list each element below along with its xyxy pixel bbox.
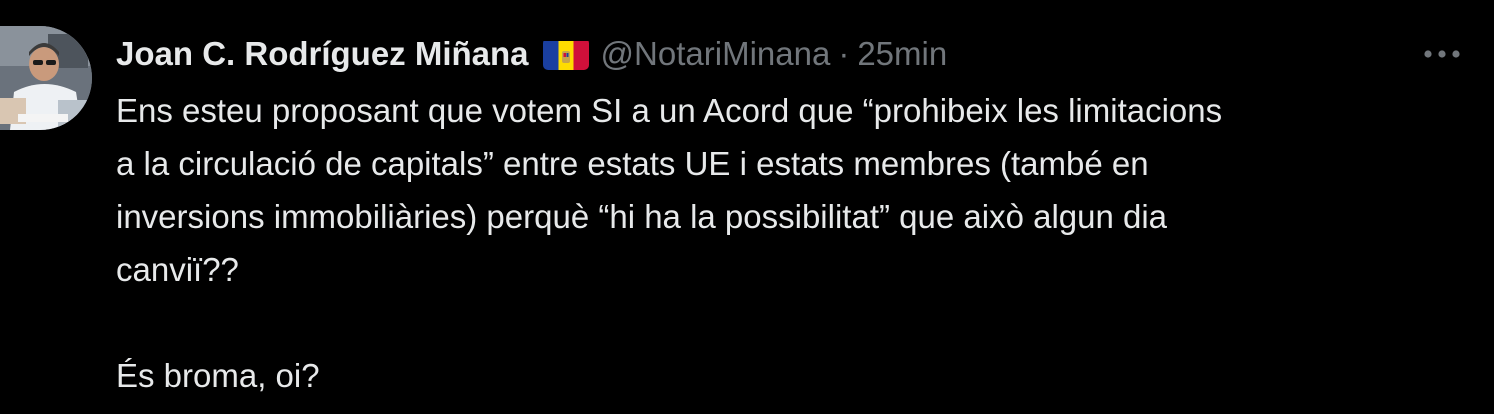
- andorra-flag-icon: [542, 38, 589, 70]
- more-horizontal-icon[interactable]: [1420, 38, 1464, 70]
- tweet[interactable]: Joan C. Rodríguez Miñana @NotariMinana ·…: [0, 0, 1494, 414]
- tweet-text-line: inversions immobiliàries) perquè “hi ha …: [116, 198, 1168, 235]
- tweet-text-line: És broma, oi?: [116, 357, 320, 394]
- tweet-text-line: Ens esteu proposant que votem SI a un Ac…: [116, 92, 1223, 129]
- header-separator: ·: [838, 35, 850, 72]
- display-name[interactable]: Joan C. Rodríguez Miñana: [116, 30, 529, 78]
- tweet-header: Joan C. Rodríguez Miñana @NotariMinana ·…: [116, 30, 947, 78]
- tweet-text-line: a la circulació de capitals” entre estat…: [116, 145, 1149, 182]
- tweet-text: Ens esteu proposant que votem SI a un Ac…: [116, 84, 1486, 402]
- tweet-text-line: canviï??: [116, 251, 239, 288]
- timestamp[interactable]: 25min: [857, 30, 947, 78]
- author-handle[interactable]: @NotariMinana: [601, 30, 831, 78]
- avatar[interactable]: [0, 26, 92, 130]
